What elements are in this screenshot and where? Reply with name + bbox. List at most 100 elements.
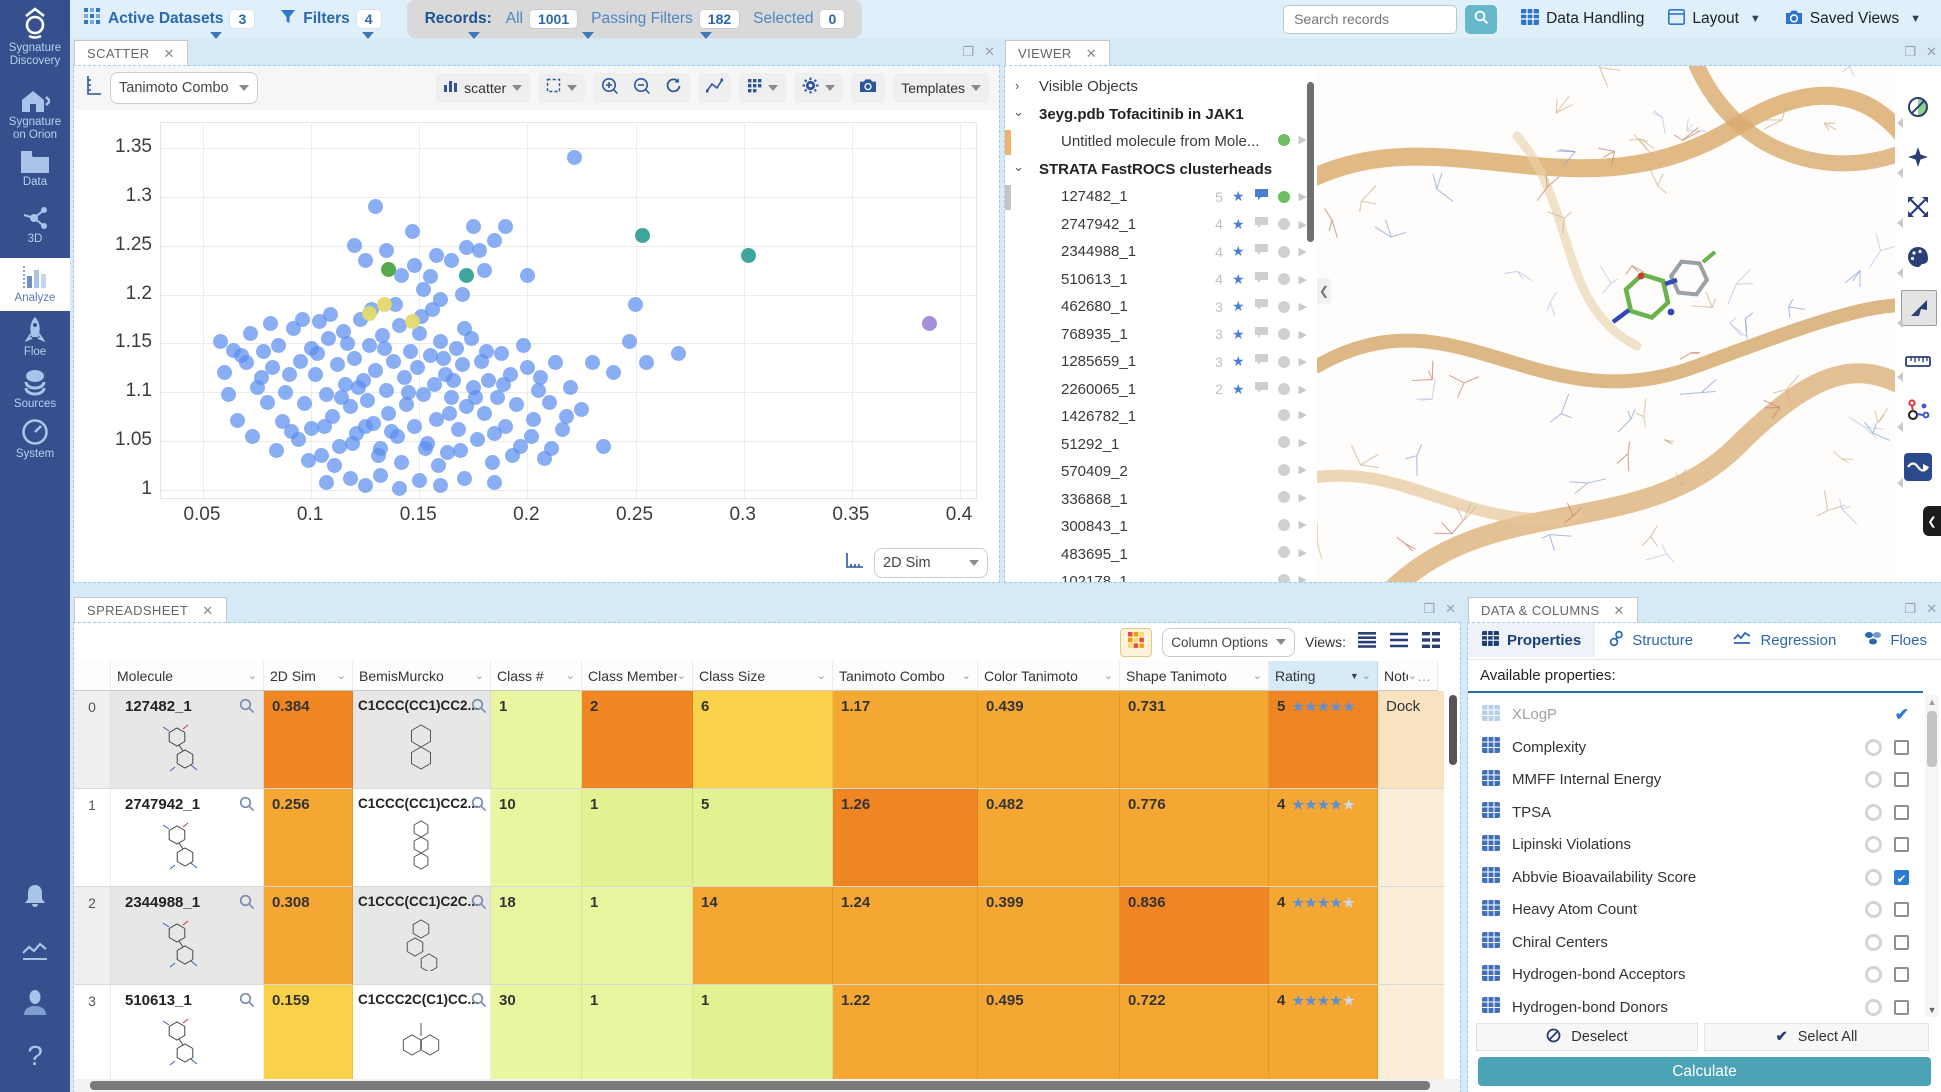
- molecule-cell[interactable]: 2344988_1: [111, 887, 264, 985]
- visibility-dot[interactable]: [1278, 574, 1290, 583]
- value-cell[interactable]: 1.17: [833, 691, 978, 789]
- data-point[interactable]: [358, 253, 373, 268]
- data-point[interactable]: [455, 287, 470, 302]
- property-radio[interactable]: [1865, 999, 1882, 1016]
- rating-cell[interactable]: 5★★★★★: [1269, 691, 1378, 789]
- view-rows-icon[interactable]: [1356, 630, 1378, 655]
- close-icon[interactable]: ✕: [984, 44, 995, 60]
- data-point[interactable]: [548, 355, 563, 370]
- tab-spreadsheet[interactable]: SPREADSHEET✕: [74, 597, 227, 623]
- tree-row[interactable]: 768935_13★▶: [1005, 322, 1317, 349]
- column-header-Rating[interactable]: Rating▼⌄: [1269, 661, 1378, 691]
- chevron-expand-icon[interactable]: ▶: [1299, 408, 1307, 421]
- select-pointer-icon[interactable]: [1901, 290, 1937, 326]
- column-header-Class Size[interactable]: Class Size⌄: [693, 661, 833, 691]
- data-point[interactable]: [470, 432, 485, 447]
- data-point[interactable]: [481, 373, 496, 388]
- column-header-Molecule[interactable]: Molecule⌄: [111, 661, 264, 691]
- magnifier-icon[interactable]: [471, 796, 487, 817]
- data-point[interactable]: [330, 357, 345, 372]
- magnifier-icon[interactable]: [471, 894, 487, 915]
- snapshot-button[interactable]: [851, 73, 885, 103]
- notes-cell[interactable]: [1378, 887, 1444, 985]
- data-point[interactable]: [340, 336, 355, 351]
- chevron-expand-icon[interactable]: ▶: [1299, 491, 1307, 504]
- visibility-dot[interactable]: [1278, 273, 1290, 285]
- data-point[interactable]: [479, 344, 494, 359]
- data-point[interactable]: [278, 385, 293, 400]
- data-point[interactable]: [442, 406, 457, 421]
- column-menu-caret[interactable]: ⌄: [337, 669, 346, 682]
- data-point[interactable]: [265, 360, 280, 375]
- chart-type-dropdown[interactable]: scatter: [436, 73, 530, 103]
- tree-row[interactable]: 2344988_14★▶: [1005, 239, 1317, 266]
- table-vscrollbar[interactable]: [1449, 695, 1457, 765]
- magnifier-icon[interactable]: [239, 698, 255, 719]
- palette-icon[interactable]: [1901, 240, 1935, 274]
- records-selected-caret[interactable]: [700, 32, 712, 39]
- tab-structure[interactable]: Structure: [1595, 623, 1719, 657]
- data-point[interactable]: [524, 429, 539, 444]
- data-point[interactable]: [468, 390, 483, 405]
- value-cell[interactable]: 1: [582, 887, 693, 985]
- star-icon[interactable]: ★: [1232, 353, 1245, 370]
- column-menu-caret[interactable]: ⌄: [1104, 669, 1113, 682]
- data-point[interactable]: [606, 365, 621, 380]
- data-point[interactable]: [282, 367, 297, 382]
- visibility-dot[interactable]: [1278, 464, 1290, 476]
- tree-row[interactable]: 102178_1▶: [1005, 569, 1317, 582]
- bemismurcko-cell[interactable]: C1CCC(CC1)C2C...: [353, 887, 491, 985]
- data-point[interactable]: [671, 346, 686, 361]
- data-point[interactable]: [446, 373, 461, 388]
- notes-cell[interactable]: Dock: [1378, 691, 1444, 789]
- data-point[interactable]: [362, 338, 377, 353]
- value-cell[interactable]: 1: [491, 691, 582, 789]
- property-radio[interactable]: [1865, 901, 1882, 918]
- data-point[interactable]: [433, 478, 448, 493]
- data-point[interactable]: [520, 268, 535, 283]
- records-all-caret[interactable]: [468, 32, 480, 39]
- data-point[interactable]: [459, 268, 474, 283]
- data-point[interactable]: [243, 326, 258, 341]
- sim-cell[interactable]: 0.256: [264, 789, 353, 887]
- sidebar-item-analyze[interactable]: Analyze: [0, 258, 70, 311]
- property-radio[interactable]: [1865, 869, 1882, 886]
- data-point[interactable]: [386, 354, 401, 369]
- data-point[interactable]: [433, 292, 448, 307]
- visibility-dot[interactable]: [1278, 356, 1290, 368]
- data-point[interactable]: [559, 409, 574, 424]
- data-point[interactable]: [295, 312, 310, 327]
- sidebar-item-sygnature-on-orion[interactable]: Sygnature on Orion: [0, 88, 70, 141]
- property-checkbox[interactable]: [1894, 772, 1909, 787]
- column-header-BemisMurcko[interactable]: BemisMurcko⌄: [353, 661, 491, 691]
- sidebar-item-sygnature-discovery[interactable]: Sygnature Discovery: [0, 6, 70, 67]
- view-split-icon[interactable]: [1420, 630, 1442, 655]
- deselect-button[interactable]: Deselect: [1476, 1023, 1698, 1051]
- chevron-expand-icon[interactable]: ▶: [1299, 436, 1307, 449]
- data-point[interactable]: [325, 409, 340, 424]
- column-menu-caret[interactable]: ⌄: [1408, 669, 1417, 682]
- sidebar-item-system[interactable]: System: [0, 418, 70, 461]
- bemismurcko-cell[interactable]: C1CCC(CC1)CC2...: [353, 789, 491, 887]
- zoom-in-icon[interactable]: [601, 77, 619, 100]
- rating-stars[interactable]: ★★★★★: [1292, 895, 1355, 910]
- comment-icon[interactable]: [1254, 381, 1269, 398]
- color-coding-button[interactable]: [1120, 628, 1152, 657]
- data-point[interactable]: [343, 399, 358, 414]
- column-menu-caret[interactable]: ⌄: [1253, 669, 1262, 682]
- chevron-expand-icon[interactable]: ▶: [1299, 573, 1307, 582]
- column-header-Color Tanimoto[interactable]: Color Tanimoto⌄: [978, 661, 1120, 691]
- tree-scrollbar[interactable]: [1307, 82, 1314, 242]
- comment-icon[interactable]: [1254, 216, 1269, 233]
- value-cell[interactable]: 1: [582, 985, 693, 1079]
- close-icon[interactable]: ✕: [1926, 601, 1937, 617]
- column-menu-caret[interactable]: ⌄: [475, 669, 484, 682]
- table-hscrollbar[interactable]: [90, 1081, 1430, 1090]
- table-row[interactable]: 0127482_10.384C1CCC(CC1)CC2...1261.170.4…: [74, 691, 1444, 789]
- data-point[interactable]: [394, 268, 409, 283]
- data-point[interactable]: [401, 385, 416, 400]
- data-point[interactable]: [310, 346, 325, 361]
- build-molecule-icon[interactable]: [1901, 394, 1935, 428]
- chevron-expand-icon[interactable]: ▶: [1299, 355, 1307, 368]
- data-point[interactable]: [256, 344, 271, 359]
